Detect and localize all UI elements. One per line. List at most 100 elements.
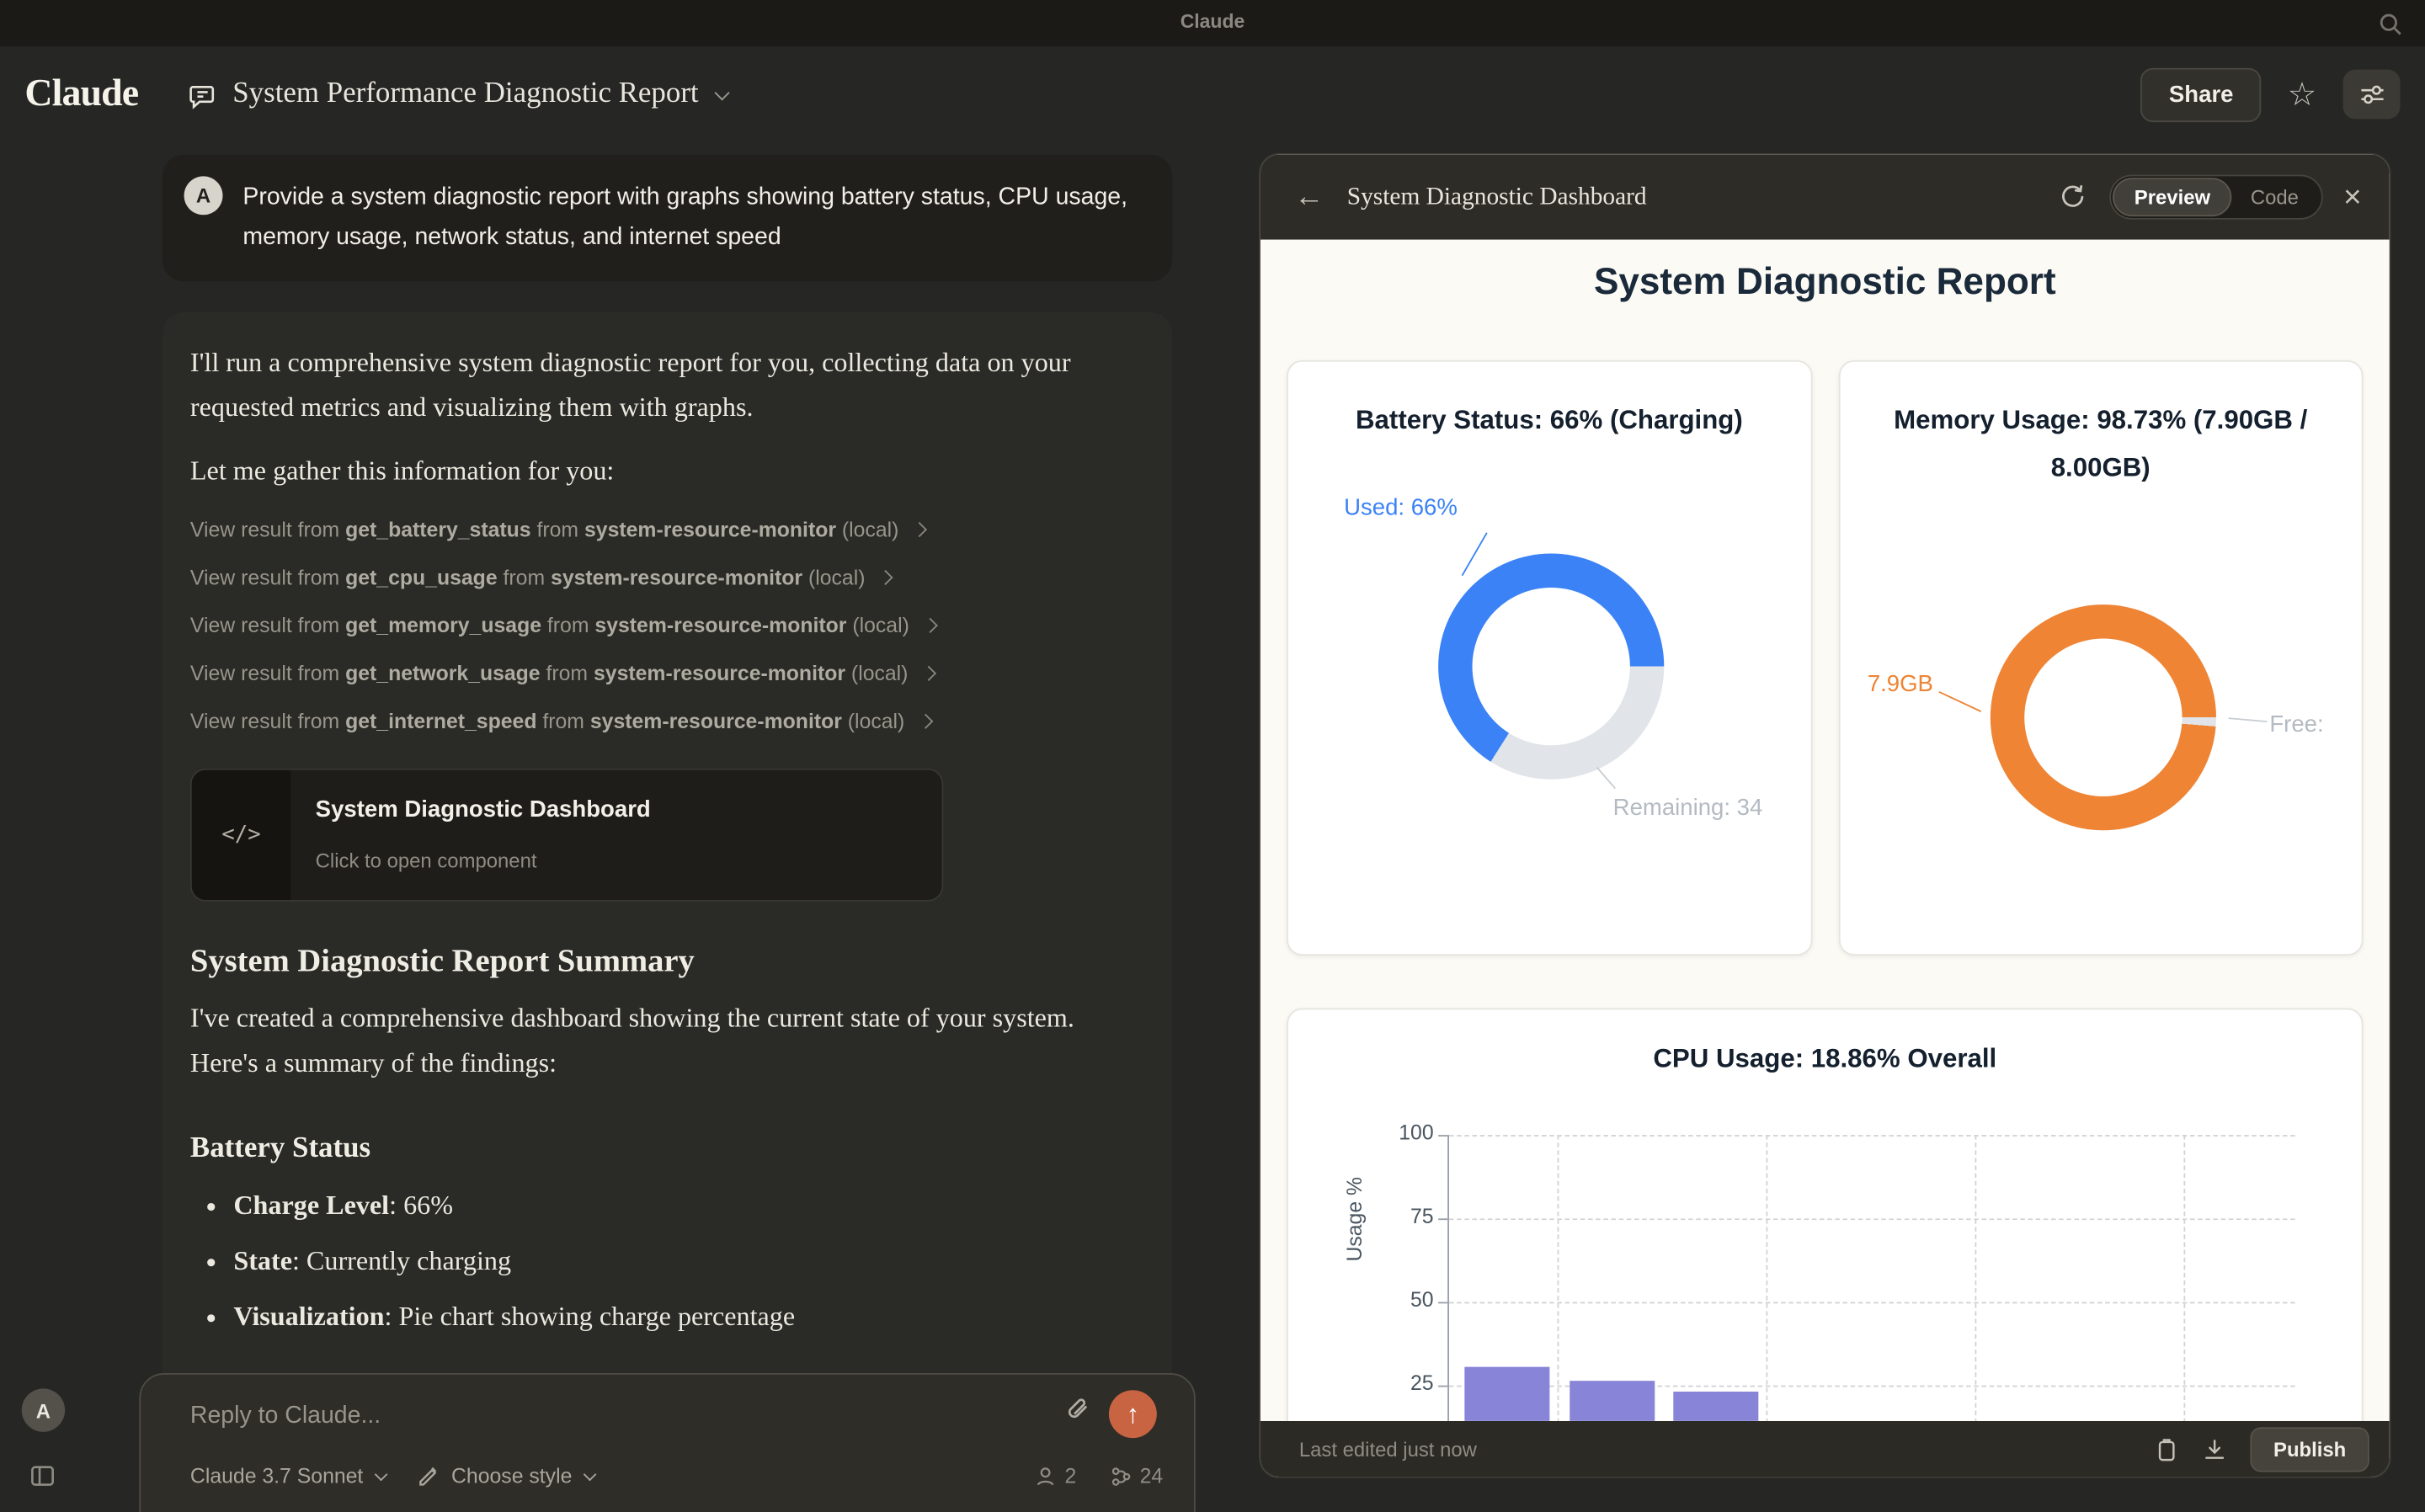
tool-result-prefix: View result from: [190, 555, 345, 599]
header-actions: Share ☆: [2141, 67, 2401, 121]
branch-counter[interactable]: 24: [1111, 1464, 1164, 1488]
model-name: Claude 3.7 Sonnet: [190, 1464, 363, 1488]
battery-card-title: Battery Status: 66% (Charging): [1329, 396, 1770, 444]
tool-result-prefix: View result from: [190, 603, 345, 647]
tool-name: get_memory_usage: [345, 603, 541, 647]
reply-input[interactable]: [190, 1403, 1048, 1452]
cpu-card-title: CPU Usage: 18.86% Overall: [1288, 1044, 2362, 1075]
y-tick-label: 75: [1378, 1205, 1433, 1228]
artifact-chip[interactable]: </> System Diagnostic Dashboard Click to…: [190, 769, 943, 902]
label-leader-line: [1462, 532, 1488, 576]
sliders-settings-icon[interactable]: [2343, 70, 2401, 120]
tab-preview[interactable]: Preview: [2114, 179, 2230, 215]
tool-server: system-resource-monitor: [594, 603, 846, 647]
label-leader-line: [1596, 767, 1616, 789]
artifact-header: ← System Diagnostic Dashboard Preview Co…: [1260, 155, 2390, 240]
branch-icon: [1111, 1465, 1133, 1487]
claude-logo[interactable]: Claude: [24, 72, 138, 115]
counter-value: 24: [1140, 1464, 1164, 1488]
chevron-right-icon: [923, 618, 938, 633]
label-leader-line: [1938, 691, 1981, 712]
list-item: Charge Level: 66%: [233, 1183, 1144, 1227]
model-selector[interactable]: Claude 3.7 Sonnet: [190, 1464, 383, 1488]
tool-result-link[interactable]: View result from get_network_usage from …: [190, 649, 1144, 697]
user-message: A Provide a system diagnostic report wit…: [163, 155, 1172, 282]
cpu-usage-card: CPU Usage: 18.86% Overall Usage % 100755…: [1287, 1009, 2363, 1421]
style-selector[interactable]: Choose style: [418, 1464, 593, 1488]
tool-name: get_battery_status: [345, 507, 530, 551]
bullet-label: State: [233, 1245, 292, 1276]
gridline: [1975, 1135, 1976, 1421]
tool-result-suffix: (local): [836, 507, 898, 551]
y-tick-label: 25: [1378, 1371, 1433, 1395]
memory-free-label: Free:: [2269, 711, 2323, 737]
report-title: System Diagnostic Report: [1287, 261, 2363, 304]
assistant-gather-line: Let me gather this information for you:: [190, 449, 1144, 493]
gridline: [1449, 1302, 2295, 1304]
publish-button[interactable]: Publish: [2250, 1426, 2369, 1471]
tool-result-link[interactable]: View result from get_cpu_usage from syst…: [190, 554, 1144, 602]
app-window: Claude Claude System Performance Diagnos…: [0, 0, 2425, 1512]
refresh-icon[interactable]: [2059, 184, 2085, 210]
paperclip-icon[interactable]: [1064, 1397, 1092, 1424]
code-icon: </>: [192, 770, 291, 900]
composer-toolbar: Claude 3.7 Sonnet Choose style 2 24: [190, 1464, 1163, 1488]
battery-bullet-list: Charge Level: 66% State: Currently charg…: [190, 1183, 1144, 1339]
artifact-chip-title: System Diagnostic Dashboard: [316, 787, 651, 832]
bullet-label: Charge Level: [233, 1189, 389, 1220]
tool-results: View result from get_battery_status from…: [190, 506, 1144, 746]
chevron-down-icon: [584, 1467, 597, 1481]
assistant-intro: I'll run a comprehensive system diagnost…: [190, 340, 1144, 430]
chevron-down-icon: [714, 84, 729, 99]
bullet-label: Visualization: [233, 1301, 384, 1332]
artifact-chip-text: System Diagnostic Dashboard Click to ope…: [290, 770, 675, 900]
collaborators-counter[interactable]: 2: [1036, 1464, 1077, 1488]
copy-clipboard-icon[interactable]: [2155, 1435, 2179, 1461]
tool-result-mid: from: [536, 699, 589, 743]
send-button[interactable]: ↑: [1109, 1390, 1157, 1438]
y-tick-mark: [1438, 1135, 1447, 1137]
tool-result-prefix: View result from: [190, 699, 345, 743]
sidebar-toggle-icon[interactable]: [29, 1463, 56, 1489]
profile-avatar[interactable]: A: [22, 1388, 65, 1431]
tool-result-mid: from: [498, 555, 551, 599]
y-tick-label: 50: [1378, 1288, 1433, 1312]
tool-name: get_cpu_usage: [345, 555, 498, 599]
back-arrow-icon[interactable]: ←: [1294, 183, 1324, 212]
tool-result-prefix: View result from: [190, 651, 345, 695]
user-avatar: A: [184, 176, 223, 215]
bullet-text: : 66%: [389, 1189, 453, 1220]
chat-thread: A Provide a system diagnostic report wit…: [163, 155, 1172, 1512]
tool-result-link[interactable]: View result from get_internet_speed from…: [190, 697, 1144, 745]
label-leader-line: [2228, 717, 2267, 722]
star-icon[interactable]: ☆: [2288, 78, 2317, 111]
tool-result-suffix: (local): [842, 699, 904, 743]
chevron-right-icon: [878, 570, 893, 585]
close-icon[interactable]: ×: [2343, 182, 2361, 213]
tab-code[interactable]: Code: [2230, 179, 2319, 215]
memory-used-label: 7.9GB: [1868, 671, 1933, 697]
share-button[interactable]: Share: [2141, 67, 2262, 121]
tool-result-link[interactable]: View result from get_battery_status from…: [190, 506, 1144, 554]
tool-server: system-resource-monitor: [551, 555, 802, 599]
battery-donut-chart: [1438, 554, 1664, 780]
tool-result-link[interactable]: View result from get_memory_usage from s…: [190, 601, 1144, 649]
cpu-plot: [1447, 1135, 2295, 1421]
tool-server: system-resource-monitor: [584, 507, 836, 551]
search-icon[interactable]: [2377, 11, 2403, 37]
chevron-right-icon: [918, 714, 933, 729]
app-header: Claude System Performance Diagnostic Rep…: [0, 46, 2425, 142]
battery-card: Battery Status: 66% (Charging) Used: 66%…: [1287, 360, 1812, 956]
y-tick-label: 100: [1378, 1121, 1433, 1145]
assistant-message: I'll run a comprehensive system diagnost…: [163, 312, 1172, 1512]
artifact-content: System Diagnostic Report Battery Status:…: [1260, 240, 2390, 1421]
bullet-text: : Pie chart showing charge percentage: [385, 1301, 796, 1332]
style-label: Choose style: [451, 1464, 572, 1488]
tool-result-mid: from: [541, 651, 594, 695]
download-icon[interactable]: [2203, 1435, 2227, 1461]
tool-result-suffix: (local): [845, 651, 908, 695]
tool-server: system-resource-monitor: [594, 651, 845, 695]
list-item: Visualization: Pie chart showing charge …: [233, 1294, 1144, 1339]
tool-result-suffix: (local): [846, 603, 909, 647]
chat-title-menu[interactable]: System Performance Diagnostic Report: [188, 77, 725, 111]
